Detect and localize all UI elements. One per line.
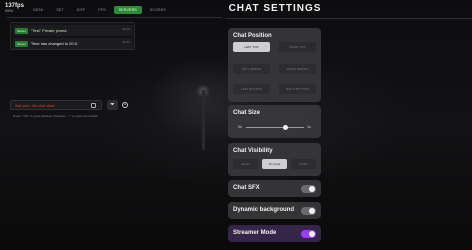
visibility-on-input[interactable]: On Input (262, 159, 287, 169)
chat-visibility-card: Chat Visibility Hidden On Input Visible (228, 143, 321, 176)
emoji-icon[interactable] (91, 103, 96, 108)
card-title: Chat Position (233, 33, 272, 39)
filter-icon: ⏷ (110, 102, 115, 108)
slider-min-label: 0s (238, 125, 242, 129)
tab-servers[interactable]: Servers (113, 6, 142, 14)
settings-divider (225, 18, 472, 19)
card-title: Dynamic background (233, 207, 295, 213)
fps-counter: 137fps 60Hz (5, 3, 24, 14)
chat-text: Time has changed to 20:0. (30, 41, 79, 46)
nav-divider (7, 17, 222, 18)
chat-input[interactable]: Add your / info chat ideas (10, 100, 102, 110)
filter-button[interactable]: ⏷ (107, 100, 118, 110)
chat-message: Server Time has changed to 20:0. 00:13 (13, 38, 133, 49)
nav-tabs: Desk Set Diff FPS Servers Scores (28, 6, 171, 14)
position-right-bottom[interactable]: Right Bottom (279, 84, 316, 94)
card-title: Streamer Mode (233, 230, 277, 236)
tab-set[interactable]: Set (51, 6, 68, 14)
chat-size-slider-thumb[interactable] (282, 125, 288, 130)
chat-sfx-toggle[interactable] (301, 185, 316, 193)
position-right-top[interactable]: Right Top (279, 42, 316, 52)
toggle-knob (309, 208, 315, 214)
dynamic-background-card: Dynamic background (228, 202, 321, 219)
chat-message: Server "Test" Private joined. 00:12 (13, 25, 133, 36)
chat-size-slider-track[interactable] (246, 127, 304, 128)
dynamic-background-toggle[interactable] (301, 207, 316, 215)
chat-time: 00:13 (122, 40, 130, 44)
visibility-visible[interactable]: Visible (291, 159, 316, 169)
top-bar: 137fps 60Hz Desk Set Diff FPS Servers Sc… (0, 0, 225, 20)
chat-badge: Server (15, 27, 28, 34)
position-left-bottom[interactable]: Left Bottom (233, 84, 270, 94)
streamer-mode-card: Streamer Mode (228, 225, 321, 242)
tab-desk[interactable]: Desk (28, 6, 48, 14)
chat-size-card: Chat Size 0s 1s (228, 105, 321, 138)
toggle-knob (309, 186, 315, 192)
tab-scores[interactable]: Scores (145, 6, 171, 14)
streamer-mode-toggle[interactable] (301, 230, 316, 238)
settings-title: CHAT SETTINGS (228, 3, 322, 14)
chat-text: "Test" Private joined. (30, 28, 68, 33)
chat-hint: Press " Ctrl" to cycle between channels,… (13, 114, 98, 118)
card-title: Chat Visibility (233, 148, 273, 154)
slider-max-label: 1s (307, 125, 311, 129)
position-left-top[interactable]: Left Top (233, 42, 270, 52)
gear-button[interactable]: • (122, 102, 128, 108)
chat-position-card: Chat Position Left Top Right Top Left Mi… (228, 28, 321, 102)
position-left-middle[interactable]: Left Middle (233, 64, 270, 74)
refresh-rate: 60Hz (5, 9, 14, 13)
card-title: Chat SFX (233, 185, 260, 191)
card-title: Chat Size (233, 110, 261, 116)
tab-fps[interactable]: FPS (93, 6, 110, 14)
position-right-middle[interactable]: Right Middle (279, 64, 316, 74)
visibility-hidden[interactable]: Hidden (233, 159, 258, 169)
chat-badge: Server (15, 40, 28, 47)
gear-icon: • (124, 102, 126, 108)
chat-panel: Server "Test" Private joined. 00:12 Serv… (10, 22, 135, 50)
chat-sfx-card: Chat SFX (228, 180, 321, 197)
chat-time: 00:12 (122, 27, 130, 31)
toggle-knob (309, 231, 315, 237)
streetlight-pole (202, 90, 205, 150)
tab-diff[interactable]: Diff (72, 6, 91, 14)
